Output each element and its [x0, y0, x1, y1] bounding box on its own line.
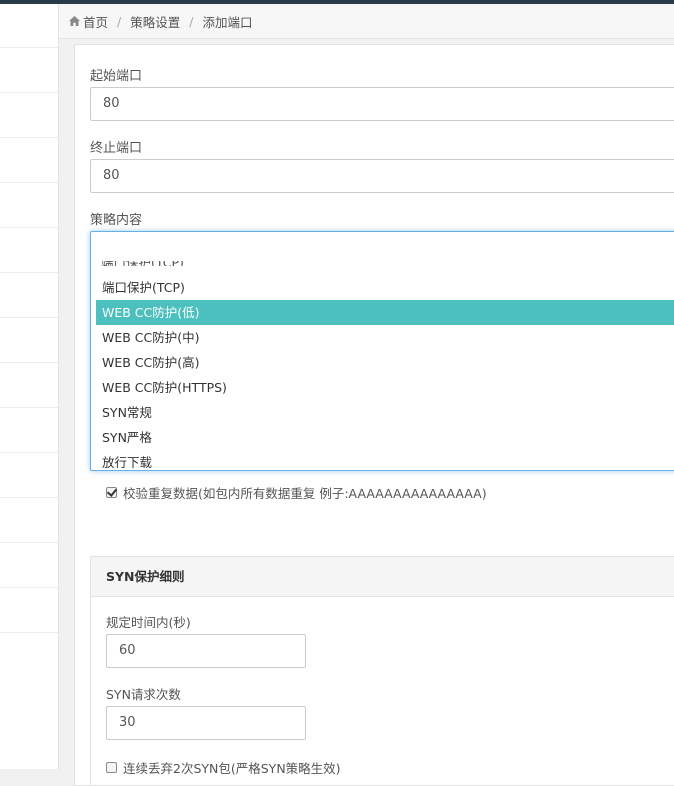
breadcrumb-separator: /	[117, 13, 122, 29]
sidebar-item[interactable]	[0, 363, 58, 408]
breadcrumb-add-port: 添加端口	[202, 14, 253, 30]
start-port-label: 起始端口	[90, 69, 143, 84]
policy-option[interactable]: WEB CC防护(高)	[96, 350, 674, 375]
end-port-input[interactable]: 80	[90, 159, 674, 193]
policy-select[interactable]: 端口保护(TCP) 端口保护(TCP) WEB CC防护(低) WEB CC防护…	[90, 231, 674, 471]
sidebar-item[interactable]	[0, 228, 58, 273]
drop-syn-row[interactable]: 连续丢弃2次SYN包(严格SYN策略生效)	[106, 758, 341, 777]
sidebar-item[interactable]	[0, 453, 58, 498]
breadcrumb-home-label: 首页	[83, 14, 109, 30]
policy-option[interactable]: 放行下载	[96, 450, 674, 470]
syn-count-input[interactable]: 30	[106, 706, 306, 740]
time-window-input[interactable]: 60	[106, 634, 306, 668]
sidebar-item[interactable]	[0, 318, 58, 363]
home-icon	[69, 16, 80, 26]
breadcrumb-policy-settings[interactable]: 策略设置	[130, 12, 180, 31]
policy-option[interactable]: WEB CC防护(中)	[96, 325, 674, 350]
policy-label: 策略内容	[90, 213, 143, 228]
breadcrumb: 首页 / 策略设置 / 添加端口	[59, 4, 674, 39]
sidebar-item[interactable]	[0, 408, 58, 453]
policy-option[interactable]: WEB CC防护(HTTPS)	[96, 375, 674, 400]
sidebar-item[interactable]	[0, 138, 58, 183]
drop-syn-checkbox[interactable]	[106, 762, 117, 773]
sidebar-item[interactable]	[0, 588, 58, 633]
partial-option-clip: 端口保护(TCP)	[101, 261, 221, 266]
end-port-label: 终止端口	[90, 141, 143, 156]
start-port-input[interactable]: 80	[90, 87, 674, 121]
syn-panel: SYN保护细则	[90, 556, 674, 786]
sidebar	[0, 4, 59, 769]
sidebar-item[interactable]	[0, 273, 58, 318]
sidebar-item[interactable]	[0, 183, 58, 228]
partial-option: 端口保护(TCP)	[101, 261, 184, 266]
sidebar-item[interactable]	[0, 48, 58, 93]
syn-panel-title: SYN保护细则	[91, 557, 674, 597]
syn-count-label: SYN请求次数	[106, 687, 181, 702]
breadcrumb-home[interactable]: 首页	[69, 12, 108, 31]
policy-option[interactable]: SYN常规	[96, 400, 674, 425]
policy-option-highlighted[interactable]: WEB CC防护(低)	[96, 300, 674, 325]
sidebar-item[interactable]	[0, 4, 58, 48]
policy-option[interactable]: SYN严格	[96, 425, 674, 450]
breadcrumb-separator: /	[189, 13, 194, 29]
policy-option[interactable]: 端口保护(TCP)	[96, 275, 674, 300]
drop-syn-label: 连续丢弃2次SYN包(严格SYN策略生效)	[123, 761, 341, 776]
check-repeat-label: 校验重复数据(如包内所有数据重复 例子:AAAAAAAAAAAAAAA)	[123, 486, 487, 501]
sidebar-item[interactable]	[0, 543, 58, 588]
time-window-label: 规定时间内(秒)	[106, 615, 191, 630]
sidebar-item[interactable]	[0, 93, 58, 138]
check-repeat-row[interactable]: 校验重复数据(如包内所有数据重复 例子:AAAAAAAAAAAAAAA)	[106, 483, 487, 502]
sidebar-item[interactable]	[0, 498, 58, 543]
check-repeat-checkbox[interactable]	[106, 487, 117, 498]
